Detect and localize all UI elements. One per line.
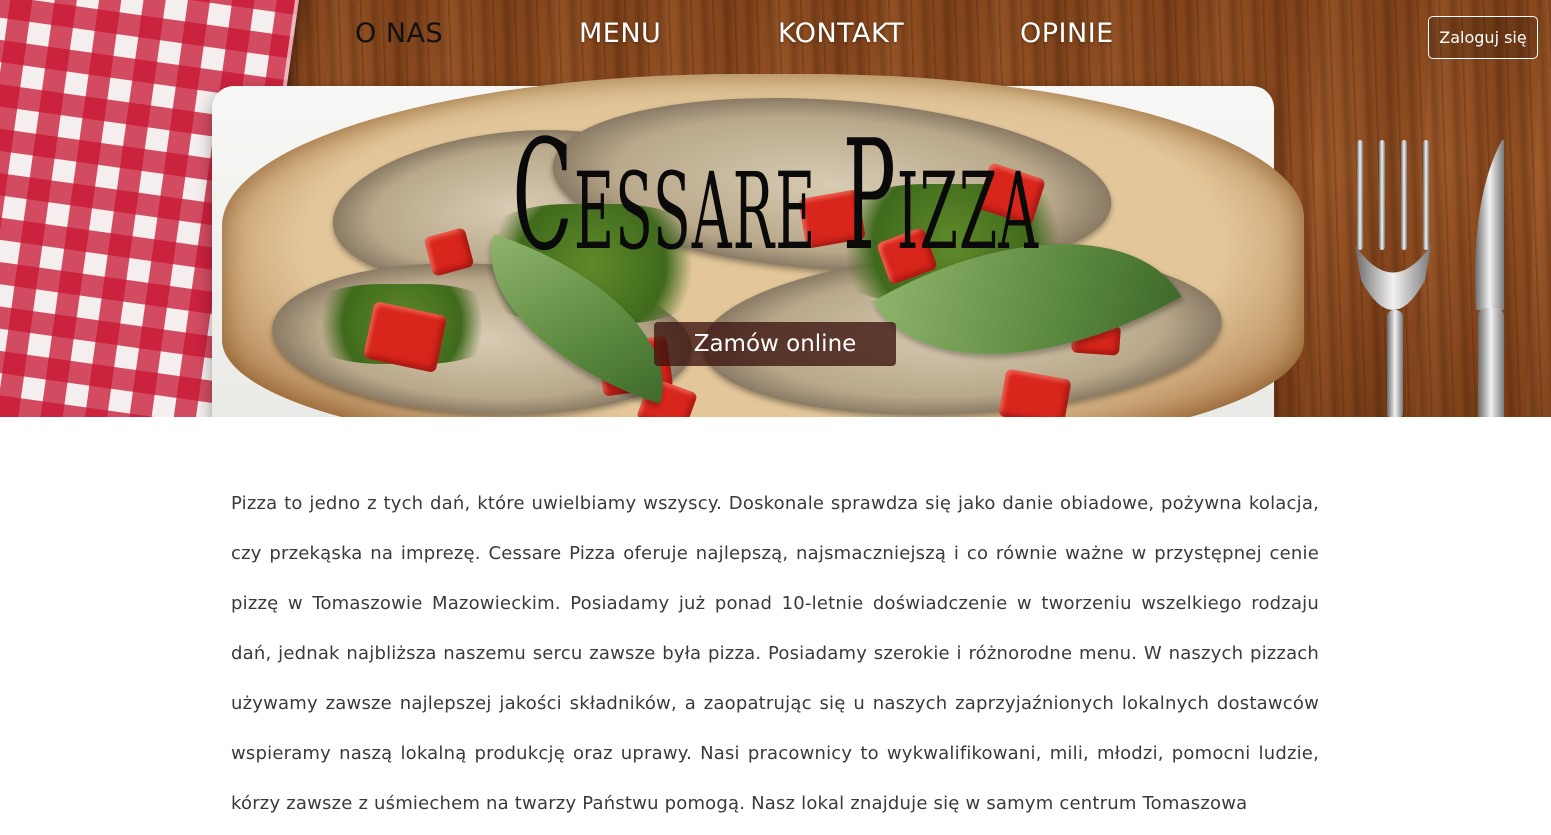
nav-item-o-nas[interactable]: O NAS	[355, 18, 443, 49]
nav-item-opinie[interactable]: OPINIE	[1020, 18, 1114, 49]
nav-item-kontakt[interactable]: KONTAKT	[778, 18, 904, 49]
hero-banner: O NAS MENU KONTAKT OPINIE Zaloguj się Ce…	[0, 0, 1551, 417]
about-section: Pizza to jedno z tych dań, które uwielbi…	[0, 417, 1551, 835]
about-paragraph: Pizza to jedno z tych dań, które uwielbi…	[231, 493, 1319, 814]
main-navigation: O NAS MENU KONTAKT OPINIE Zaloguj się	[0, 16, 1551, 59]
order-online-button[interactable]: Zamów online	[654, 322, 896, 366]
nav-item-menu[interactable]: MENU	[579, 18, 661, 49]
knife-image	[1475, 140, 1504, 417]
login-button[interactable]: Zaloguj się	[1428, 16, 1538, 59]
brand-title: Cessare Pizza	[512, 107, 1040, 284]
fork-image	[1355, 140, 1431, 417]
